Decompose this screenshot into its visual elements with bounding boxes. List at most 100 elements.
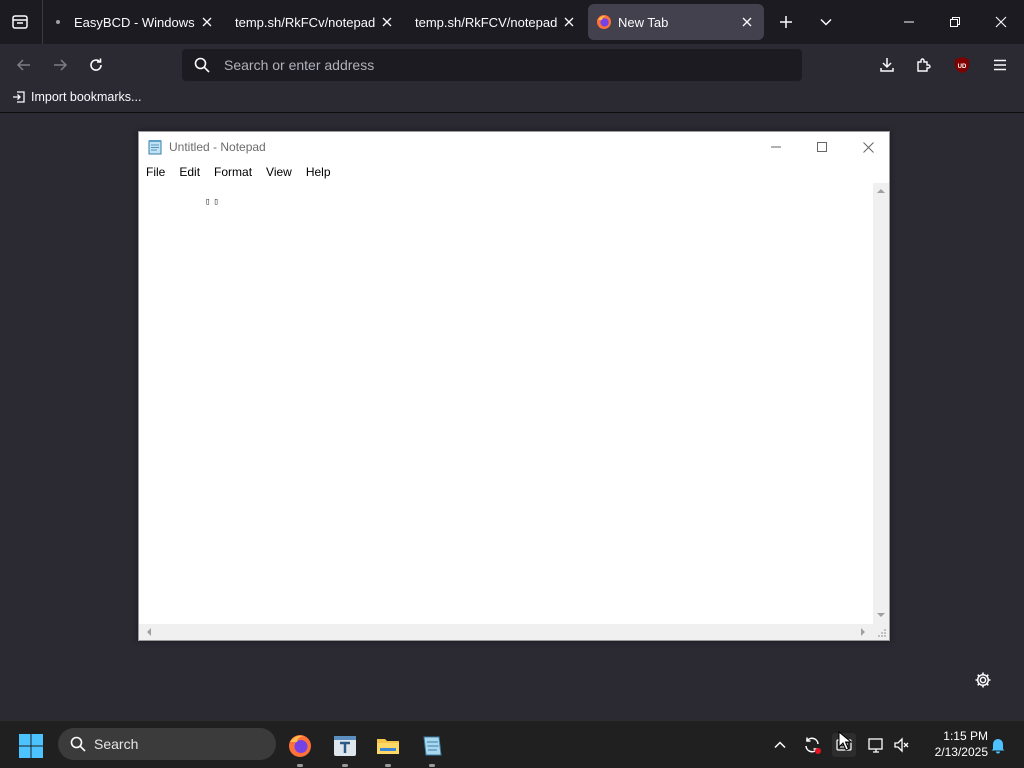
text-editor-icon [334,736,356,756]
show-hidden-icons-button[interactable] [768,733,792,757]
url-input[interactable] [222,56,786,74]
download-icon [880,58,894,72]
menu-help[interactable]: Help [299,165,338,179]
ublock-badge-text: UD [958,64,967,70]
running-indicator [342,764,348,767]
downloads-button[interactable] [872,50,902,80]
bookmarks-toolbar: Import bookmarks... [0,86,1024,113]
firefox-icon [597,15,611,29]
url-bar[interactable] [182,49,802,81]
notepad-text-editor[interactable]: ▯▯ [139,183,872,624]
scroll-right-icon[interactable] [859,628,867,636]
extensions-button[interactable] [909,50,939,80]
tab-temp-sh-2[interactable]: temp.sh/RkFCV/notepad.ex [406,4,580,40]
taskbar: Search 1:15 PM 2/13/2025 [0,720,1024,768]
chevron-up-icon [774,741,786,749]
puzzle-piece-icon [917,58,931,72]
firefox-icon [289,735,311,757]
app-menu-button[interactable] [985,50,1015,80]
plus-icon [780,16,792,28]
firefox-view-button[interactable] [6,9,34,35]
running-indicator [385,764,391,767]
minimize-button[interactable] [886,0,932,44]
notepad-minimize-button[interactable] [753,132,799,162]
volume-button[interactable] [890,733,914,757]
start-button[interactable] [18,733,44,759]
import-icon [13,91,25,103]
scroll-down-icon[interactable] [877,611,885,619]
menu-file[interactable]: File [139,165,172,179]
network-icon [868,738,883,753]
hamburger-menu-icon [994,59,1006,71]
ublock-shield-icon: UD [955,57,969,73]
import-bookmarks-button[interactable]: Import bookmarks... [12,90,141,104]
tab-close-button[interactable] [558,11,580,33]
taskbar-app-file-explorer[interactable] [371,729,405,767]
minimize-icon [771,146,781,148]
horizontal-scrollbar[interactable] [139,624,873,640]
close-icon [564,17,574,27]
taskbar-app-text-editor[interactable] [328,729,362,767]
restore-icon [950,17,960,27]
vertical-scrollbar[interactable] [873,183,889,624]
new-tab-settings-button[interactable] [971,668,995,692]
notifications-button[interactable] [986,733,1010,757]
notepad-window: Untitled - Notepad File Edit Format View… [138,131,890,641]
scroll-up-icon[interactable] [877,187,885,195]
close-icon [202,17,212,27]
taskbar-app-notepad[interactable] [415,729,449,767]
notepad-edit-area: ▯▯ [139,183,872,624]
search-icon [194,57,210,73]
taskbar-clock[interactable]: 1:15 PM 2/13/2025 [918,728,988,760]
menu-edit[interactable]: Edit [172,165,207,179]
notepad-close-button[interactable] [845,132,891,162]
tab-new-tab[interactable]: New Tab [588,4,764,40]
forward-button[interactable] [45,50,75,80]
tab-close-button[interactable] [736,11,758,33]
reload-button[interactable] [81,50,111,80]
bell-icon [991,739,1005,754]
tab-temp-sh-1[interactable]: temp.sh/RkFCv/notepad.ex [226,4,398,40]
volume-muted-icon [894,737,909,753]
tab-close-button[interactable] [196,11,218,33]
reload-icon [90,58,102,71]
notepad-maximize-button[interactable] [799,132,845,162]
new-tab-button[interactable] [772,8,800,36]
tab-easybcd[interactable]: EasyBCD - Windows Bo [46,4,218,40]
ublock-origin-button[interactable]: UD [947,50,977,80]
minimize-icon [904,21,914,23]
taskbar-search-label: Search [94,736,139,752]
tab-separator [42,0,43,44]
scroll-left-icon[interactable] [145,628,153,636]
clock-time: 1:15 PM [943,729,988,743]
tab-title: temp.sh/RkFCV/notepad.ex [415,14,558,30]
maximize-icon [817,142,827,152]
running-indicator [297,764,303,767]
navigation-toolbar: UD [0,44,1024,86]
taskbar-app-firefox[interactable] [283,729,317,767]
network-button[interactable] [864,733,888,757]
search-icon [70,736,86,752]
notepad-title: Untitled - Notepad [169,140,266,154]
list-all-tabs-button[interactable] [812,8,840,36]
chevron-down-icon [820,18,832,26]
close-window-button[interactable] [978,0,1024,44]
resize-grip[interactable] [873,624,889,640]
tray-sync-icon-button[interactable] [800,733,824,757]
gear-icon [975,672,991,688]
notepad-menu-bar: File Edit Format View Help [139,162,889,182]
clock-date: 2/13/2025 [934,745,988,759]
notepad-icon [148,140,162,155]
back-button[interactable] [9,50,39,80]
tab-close-button[interactable] [376,11,398,33]
menu-view[interactable]: View [259,165,299,179]
running-indicator [429,764,435,767]
close-icon [995,16,1007,28]
mouse-cursor-icon [838,731,852,751]
windows-logo-icon [19,734,43,758]
import-bookmarks-label: Import bookmarks... [31,90,142,104]
restore-button[interactable] [932,0,978,44]
taskbar-search[interactable]: Search [58,728,276,760]
menu-format[interactable]: Format [207,165,259,179]
firefox-view-icon [12,15,28,29]
